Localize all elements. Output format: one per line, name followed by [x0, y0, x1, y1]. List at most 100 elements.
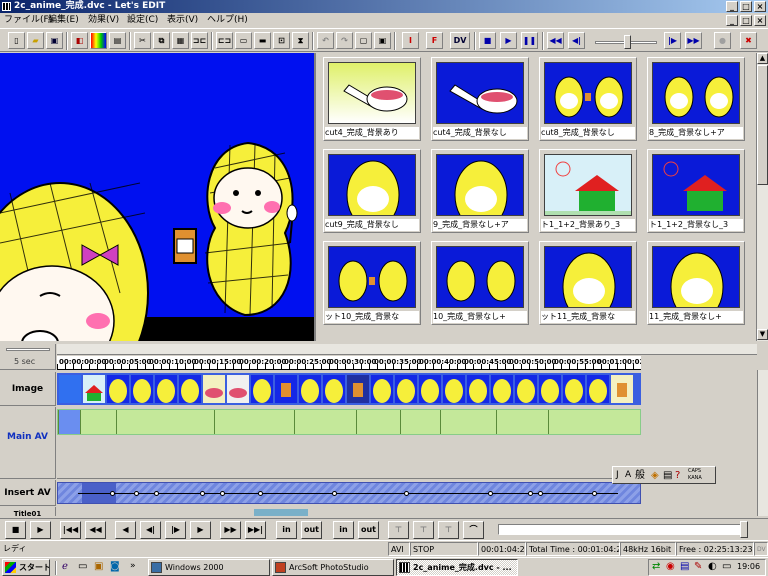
- clip-thumbnail[interactable]: cut9_完成_背景なし: [323, 149, 421, 233]
- image-clip[interactable]: [83, 375, 105, 403]
- pause-icon[interactable]: ❚❚: [521, 32, 538, 49]
- preview-monitor[interactable]: [0, 53, 316, 341]
- main-av-clip[interactable]: [400, 410, 401, 434]
- tray-display-icon[interactable]: ▤: [680, 561, 689, 572]
- tray-pen-icon[interactable]: ✎: [694, 561, 702, 572]
- scrollbar-thumb[interactable]: [757, 65, 768, 185]
- keyframe-node[interactable]: [332, 491, 337, 496]
- film-strip-icon[interactable]: ▭: [235, 32, 252, 49]
- split-tool-icon[interactable]: ⊤: [388, 521, 409, 539]
- desktop-icon[interactable]: ▭: [78, 561, 87, 572]
- clip-thumbnail[interactable]: 9_完成_背景なし+ア: [431, 149, 529, 233]
- zoom-control[interactable]: 5 sec: [0, 344, 56, 370]
- image-clip[interactable]: [491, 375, 513, 403]
- task-letsedit[interactable]: 2c_anime_完成.dvc - ...: [396, 559, 518, 576]
- save-disk-icon[interactable]: ▣: [46, 32, 63, 49]
- ime-help-icon[interactable]: ?: [675, 469, 680, 482]
- quicklaunch-more-icon[interactable]: »: [130, 561, 136, 571]
- clip-thumbnail[interactable]: ット10_完成_背景な: [323, 241, 421, 325]
- timeline-hscroll[interactable]: [57, 344, 757, 355]
- image-clip[interactable]: [131, 375, 153, 403]
- main-av-clip[interactable]: [356, 410, 357, 434]
- split-clip-icon[interactable]: ⊐⊏: [191, 32, 208, 49]
- image-clip[interactable]: [179, 375, 201, 403]
- task-photostudio[interactable]: ArcSoft PhotoStudio: [272, 559, 394, 576]
- go-to-out-button[interactable]: out: [358, 521, 379, 539]
- image-clip[interactable]: [611, 375, 633, 403]
- image-clip[interactable]: [563, 375, 585, 403]
- cut-scissors-icon[interactable]: ✂: [134, 32, 151, 49]
- timeline-vscroll[interactable]: [757, 370, 768, 516]
- menu-settings[interactable]: 設定(C): [127, 14, 158, 26]
- position-slider-thumb[interactable]: [740, 521, 748, 538]
- position-slider-track[interactable]: [498, 524, 748, 535]
- clip-thumbnail[interactable]: ト1_1+2_背景あり_3: [539, 149, 637, 233]
- menu-file[interactable]: ファイル(F): [4, 14, 52, 26]
- scroll-up-icon[interactable]: ▲: [757, 53, 768, 64]
- keyframe-node[interactable]: [592, 491, 597, 496]
- ime-dictionary[interactable]: 般: [635, 469, 645, 482]
- insert-av-track[interactable]: [57, 482, 641, 504]
- keyframe-node[interactable]: [538, 491, 543, 496]
- ie-icon[interactable]: ℯ: [62, 561, 68, 572]
- zoom-slider[interactable]: [6, 348, 50, 351]
- stop-icon[interactable]: ■: [5, 521, 26, 539]
- doc-minimize-button[interactable]: _: [726, 15, 738, 26]
- menu-edit[interactable]: 編集(E): [48, 14, 79, 26]
- main-av-clip[interactable]: [58, 410, 80, 434]
- color-bars-icon[interactable]: [90, 32, 107, 49]
- close-capture-icon[interactable]: ✖: [740, 32, 757, 49]
- image-clip[interactable]: [443, 375, 465, 403]
- tray-ime-icon[interactable]: ▭: [722, 561, 731, 572]
- keyframe-node[interactable]: [154, 491, 159, 496]
- image-clip[interactable]: [275, 375, 297, 403]
- new-file-icon[interactable]: ▯: [8, 32, 25, 49]
- minimize-button[interactable]: _: [726, 1, 738, 12]
- main-av-audio-lane[interactable]: [57, 437, 641, 479]
- tray-antivirus-icon[interactable]: ◉: [666, 561, 675, 572]
- image-clip[interactable]: [539, 375, 561, 403]
- main-av-track[interactable]: [57, 409, 641, 435]
- rewind-icon[interactable]: ◀◀: [547, 32, 564, 49]
- trim-icon[interactable]: ⊏⊐: [216, 32, 233, 49]
- image-clip[interactable]: [227, 375, 249, 403]
- ime-pad-icon[interactable]: ◈: [651, 469, 659, 482]
- paste-icon[interactable]: ▦: [172, 32, 189, 49]
- clip-thumbnail[interactable]: ット11_完成_背景な: [539, 241, 637, 325]
- previous-clip-icon[interactable]: ◀◀: [85, 521, 106, 539]
- maximize-button[interactable]: □: [740, 1, 752, 12]
- image-clip[interactable]: [467, 375, 489, 403]
- redo-icon[interactable]: ↷: [336, 32, 353, 49]
- clip-thumbnail[interactable]: cut4_完成_背景あり: [323, 57, 421, 141]
- close-button[interactable]: ×: [754, 1, 766, 12]
- copy-icon[interactable]: ⧉: [153, 32, 170, 49]
- audio-tool-icon[interactable]: ⌒: [463, 521, 484, 539]
- image-clip[interactable]: [587, 375, 609, 403]
- ime-toolbar[interactable]: J A 般 ◈ ▤ ? CAPS KANA: [612, 466, 716, 484]
- open-folder-icon[interactable]: ▰: [27, 32, 44, 49]
- image-clip[interactable]: [107, 375, 129, 403]
- insert-tool-icon[interactable]: ⊤: [413, 521, 434, 539]
- image-clip[interactable]: [419, 375, 441, 403]
- tray-network-icon[interactable]: ⇄: [652, 561, 660, 572]
- jog-slider-thumb[interactable]: [624, 35, 631, 49]
- keyframe-node[interactable]: [404, 491, 409, 496]
- play-icon[interactable]: ▶: [30, 521, 51, 539]
- step-back-icon[interactable]: ◀|: [568, 32, 585, 49]
- image-clip[interactable]: [323, 375, 345, 403]
- film-frame-icon[interactable]: ▬: [254, 32, 271, 49]
- ime-tool-icon[interactable]: ▤: [663, 469, 672, 482]
- main-av-clip[interactable]: [440, 410, 441, 434]
- stop-icon[interactable]: ■: [479, 32, 496, 49]
- scroll-down-icon[interactable]: ▼: [757, 329, 768, 340]
- tray-volume-icon[interactable]: ◐: [708, 561, 717, 572]
- clip-thumbnail[interactable]: 11_完成_背景なし+: [647, 241, 745, 325]
- time-ruler[interactable]: 00:00:00:00 00:00:05:00 00:00:10:00 00:0…: [57, 356, 644, 370]
- keyframe-node[interactable]: [134, 491, 139, 496]
- ime-mode-j[interactable]: J: [616, 469, 619, 482]
- start-button[interactable]: スタート: [2, 559, 50, 576]
- export-icon[interactable]: ◧: [71, 32, 88, 49]
- keyframe-node[interactable]: [220, 491, 225, 496]
- mark-in-icon[interactable]: I: [402, 32, 419, 49]
- undo-icon[interactable]: ↶: [317, 32, 334, 49]
